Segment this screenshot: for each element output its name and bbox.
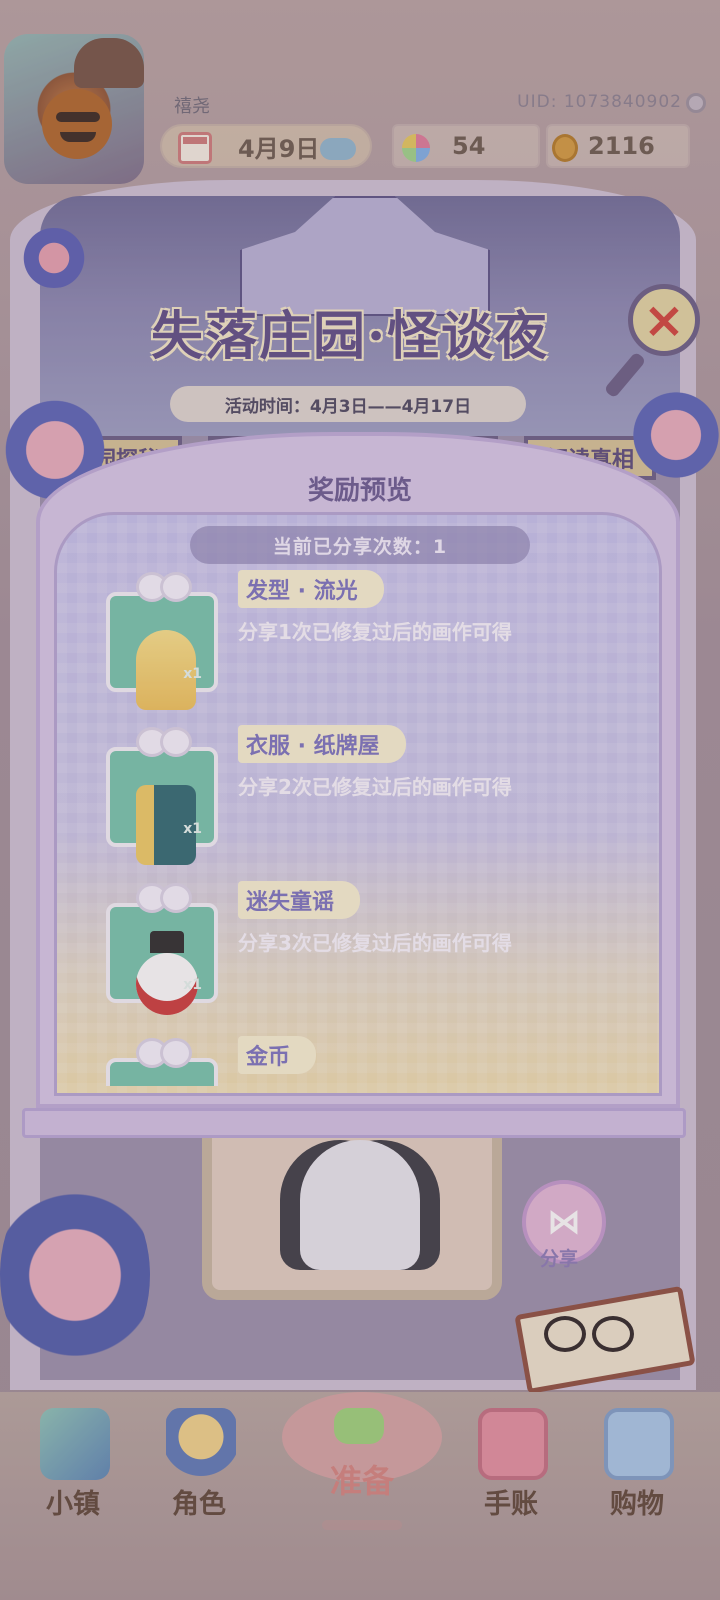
gift-bow-icon [136,881,192,913]
nav-label: 小镇 [46,1489,100,1520]
nav-character[interactable]: 角色 [144,1402,254,1524]
flower-icon [402,134,430,162]
share-label: 分享 [540,1248,579,1270]
character-icon [166,1408,236,1480]
reward-qty: x1 [183,977,202,993]
copy-uid-icon[interactable] [686,93,706,113]
reward-desc: 分享3次已修复过后的画作可得 [238,931,512,955]
reward-item[interactable]: x1 衣服 · 纸牌屋 分享2次已修复过后的画作可得 [106,725,646,865]
reward-qty: x1 [183,666,202,682]
reward-desc: 分享2次已修复过后的画作可得 [238,775,512,799]
share-count: 当前已分享次数：1 [190,526,530,564]
reward-name: 发型 · 流光 [238,570,384,608]
glasses-icon [544,1316,634,1352]
reward-qty: x1 [183,821,202,837]
reward-name: 迷失童谣 [238,881,361,919]
nav-label: 准备 [329,1462,394,1500]
reward-item[interactable]: x1 迷失童谣 分享3次已修复过后的画作可得 [106,881,646,1015]
flower-currency[interactable]: 54 [392,124,540,168]
close-icon: × [643,291,685,349]
date-display[interactable]: 4月9日 [160,124,372,168]
gift-bow-icon [136,570,192,602]
nav-town[interactable]: 小镇 [18,1402,128,1524]
username: 禧尧 [174,96,210,117]
reward-item[interactable]: x1 发型 · 流光 分享1次已修复过后的画作可得 [106,570,646,710]
player-avatar[interactable] [4,34,144,184]
nav-label: 购物 [610,1489,664,1520]
reward-desc: 分享1次已修复过后的画作可得 [238,620,512,644]
reward-name: 衣服 · 纸牌屋 [238,725,406,763]
modal-title: 奖励预览 [307,476,412,506]
pumpkin-mouth [60,132,96,142]
pumpkin-eyes [56,112,100,122]
event-title: 失落庄园·怪谈夜 [150,306,550,367]
reward-gift-box: x1 [106,592,218,710]
reward-gift-box: x1 [106,903,218,1015]
reward-name: 金币 [238,1036,317,1074]
nav-label: 手账 [484,1489,538,1520]
coin-count: 2116 [588,132,655,160]
share-icon: ⋈ [547,1202,581,1242]
date-value: 4月9日 [238,134,320,163]
character-doll [300,1140,420,1270]
gift-bow-icon [136,725,192,757]
flower-decoration-bottomleft [0,1170,150,1380]
reward-gift-box: x1 [106,747,218,865]
reward-item[interactable]: 金币 [106,1036,646,1086]
close-button[interactable]: × [628,284,700,356]
nav-shopping[interactable]: 购物 [582,1402,692,1524]
calendar-icon [178,132,212,164]
flower-decoration-topleft [14,228,94,288]
event-time: 活动时间：4月3日——4月17日 [170,386,526,422]
nav-journal[interactable]: 手账 [456,1402,566,1524]
weather-cloud-icon [320,138,356,160]
nav-label: 角色 [172,1489,226,1520]
coin-icon [552,134,578,162]
coin-currency[interactable]: 2116 [546,124,690,168]
home-indicator [322,1520,402,1530]
pumpkin-face [42,89,112,159]
modal-shelf [22,1108,686,1138]
nav-prepare[interactable]: 准备 [262,1392,462,1522]
flower-count: 54 [452,132,486,160]
green-bow-icon [334,1408,384,1444]
avatar-hat [74,38,144,88]
map-icon [40,1408,110,1480]
gift-bow-icon [136,1036,192,1068]
journal-icon [478,1408,548,1480]
uid-label: UID: 1073840902 [517,92,682,112]
shopping-bag-icon [604,1408,674,1480]
